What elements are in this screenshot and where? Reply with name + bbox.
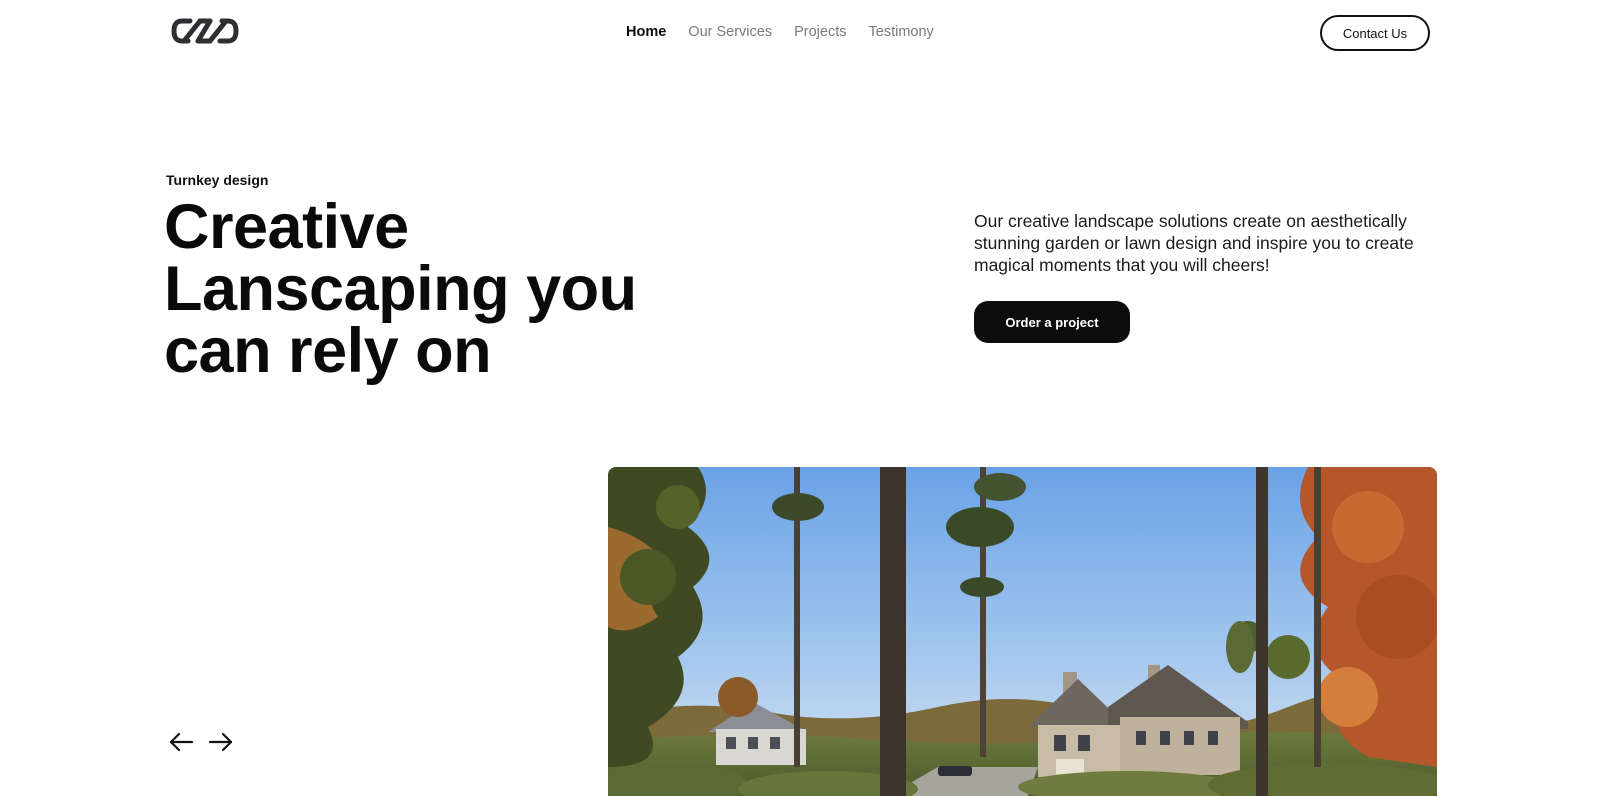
carousel-controls xyxy=(168,730,234,754)
headline-line-1: Creative xyxy=(164,192,409,262)
site-header: Home Our Services Projects Testimony Con… xyxy=(0,0,1600,66)
headline-line-2: Lanscaping you xyxy=(164,254,637,324)
nav-home[interactable]: Home xyxy=(626,24,666,40)
arrow-left-icon[interactable] xyxy=(168,730,194,754)
nav-our-services[interactable]: Our Services xyxy=(688,24,772,40)
contact-us-button[interactable]: Contact Us xyxy=(1320,15,1430,51)
main-nav: Home Our Services Projects Testimony xyxy=(626,24,934,40)
hero-intro-text: Our creative landscape solutions create … xyxy=(974,211,1414,275)
hero-headline: Creative Lanscaping you can rely on xyxy=(164,192,724,386)
hero-landscape-image xyxy=(608,467,1437,796)
hero-eyebrow: Turnkey design xyxy=(166,172,269,188)
order-project-button[interactable]: Order a project xyxy=(974,301,1130,343)
headline-line-3: can rely on xyxy=(164,316,492,386)
nav-testimony[interactable]: Testimony xyxy=(869,24,934,40)
nav-projects[interactable]: Projects xyxy=(794,24,846,40)
arrow-right-icon[interactable] xyxy=(208,730,234,754)
logo-icon[interactable] xyxy=(170,16,240,46)
